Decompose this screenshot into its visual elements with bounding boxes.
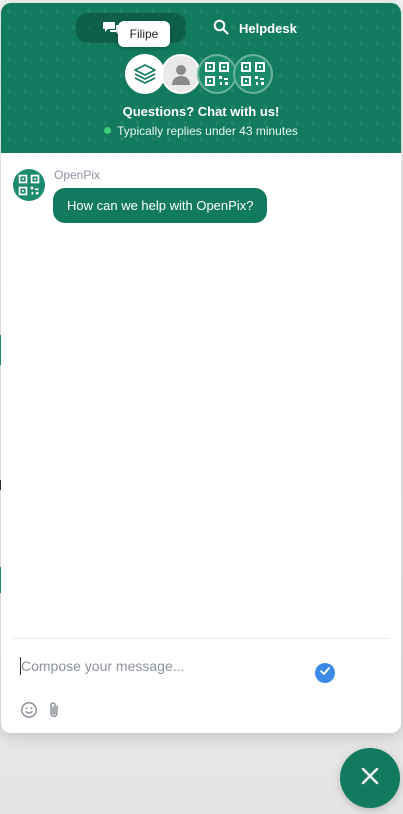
chat-widget: Helpdesk Filipe Questions? Chat with us!…: [1, 3, 401, 733]
tab-helpdesk[interactable]: Helpdesk: [213, 17, 297, 39]
text-cursor: [20, 657, 21, 675]
reply-time-status: Typically replies under 43 minutes: [1, 124, 401, 138]
header-title: Questions? Chat with us!: [122, 104, 280, 119]
search-icon: [213, 19, 229, 38]
stack-logo-avatar[interactable]: [125, 54, 165, 94]
chat-header: Helpdesk Filipe Questions? Chat with us!…: [1, 3, 401, 153]
tab-helpdesk-label: Helpdesk: [239, 20, 297, 36]
send-button[interactable]: [315, 663, 335, 683]
qr-code-avatar[interactable]: [197, 54, 237, 94]
close-chat-button[interactable]: [340, 748, 400, 808]
attachment-icon[interactable]: [47, 701, 61, 724]
composer-divider: [13, 638, 389, 639]
emoji-icon[interactable]: [20, 701, 38, 724]
person-avatar[interactable]: [161, 54, 201, 94]
compose-input[interactable]: [19, 654, 301, 678]
reply-time-text: Typically replies under 43 minutes: [117, 124, 298, 138]
close-icon: [360, 766, 380, 791]
sender-avatar: [13, 169, 45, 201]
qr-code-avatar[interactable]: [233, 54, 273, 94]
message-sender-name: OpenPix: [54, 168, 101, 182]
agent-tooltip: Filipe: [118, 21, 170, 47]
online-status-dot: [104, 127, 112, 134]
checkmark-icon: [319, 664, 331, 682]
message-bubble: How can we help with OpenPix?: [53, 188, 268, 223]
